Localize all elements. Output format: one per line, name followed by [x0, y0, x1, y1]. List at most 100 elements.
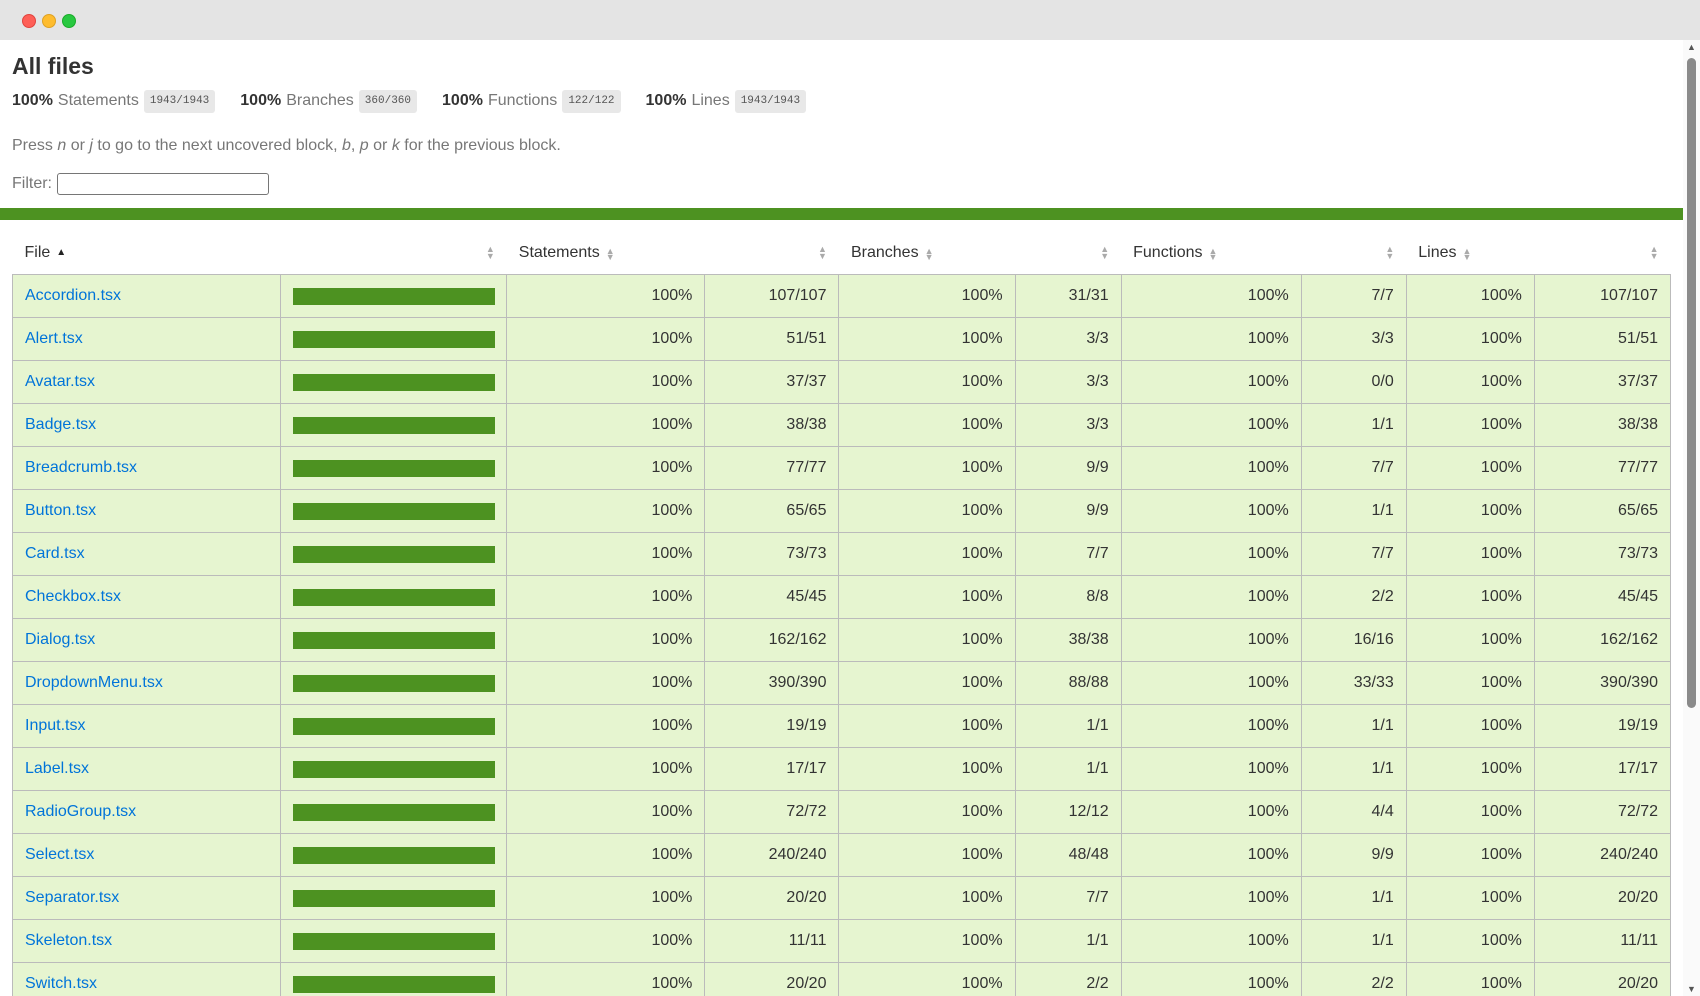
- file-link[interactable]: Dialog.tsx: [25, 631, 95, 648]
- branches-count: 9/9: [1014, 489, 1122, 533]
- statements-count: 20/20: [704, 876, 840, 920]
- file-cell: Accordion.tsx: [11, 274, 282, 318]
- functions-count: 9/9: [1300, 833, 1407, 877]
- functions-pct: 100%: [1120, 833, 1302, 877]
- statements-pct: 100%: [506, 360, 706, 404]
- file-link[interactable]: Switch.tsx: [25, 975, 97, 992]
- file-cell: Switch.tsx: [11, 962, 282, 996]
- header-file[interactable]: File ▲: [13, 232, 281, 275]
- lines-pct: 100%: [1405, 274, 1535, 318]
- file-link[interactable]: Breadcrumb.tsx: [25, 459, 137, 476]
- file-cell: Button.tsx: [11, 489, 282, 533]
- hint-text: to go to the next uncovered block,: [92, 137, 342, 154]
- header-lines[interactable]: Lines ▲ ▼: [1406, 232, 1534, 275]
- statements-pct: 100%: [506, 403, 706, 447]
- header-branches-raw[interactable]: ▲ ▼: [1015, 232, 1121, 275]
- coverage-bar: [293, 975, 496, 993]
- hint-key: n: [57, 137, 67, 154]
- coverage-bar: [293, 459, 496, 477]
- functions-pct: 100%: [1120, 919, 1302, 963]
- functions-pct: 100%: [1120, 274, 1302, 318]
- lines-pct: 100%: [1405, 790, 1535, 834]
- coverage-bar-fill: [293, 631, 496, 649]
- file-link[interactable]: Badge.tsx: [25, 416, 96, 433]
- functions-pct: 100%: [1120, 532, 1302, 576]
- scroll-down-icon[interactable]: ▼: [1687, 984, 1696, 994]
- header-functions[interactable]: Functions ▲ ▼: [1121, 232, 1301, 275]
- header-statements[interactable]: Statements ▲ ▼: [507, 232, 705, 275]
- coverage-bar: [293, 803, 496, 821]
- header-lines-raw[interactable]: ▲ ▼: [1534, 232, 1670, 275]
- file-link[interactable]: Accordion.tsx: [25, 287, 121, 304]
- statements-pct: 100%: [506, 446, 706, 490]
- file-link[interactable]: Button.tsx: [25, 502, 96, 519]
- table-row: Badge.tsx 100% 38/38 100% 3/3 100% 1/1 100% 38/3…: [11, 403, 1672, 447]
- branches-pct: 100%: [838, 919, 1016, 963]
- branches-pct: 100%: [838, 489, 1016, 533]
- coverage-bar-fill: [293, 545, 496, 563]
- filter-input[interactable]: [57, 173, 269, 195]
- coverage-bar-cell: [280, 274, 508, 318]
- functions-count: 7/7: [1300, 274, 1407, 318]
- functions-pct: 100%: [1120, 962, 1302, 996]
- functions-pct: 100%: [1120, 747, 1302, 791]
- scrollbar-thumb[interactable]: [1687, 58, 1696, 708]
- branches-count: 9/9: [1014, 446, 1122, 490]
- coverage-bar-fill: [293, 760, 496, 778]
- functions-pct: 100%: [1120, 575, 1302, 619]
- file-link[interactable]: Card.tsx: [25, 545, 85, 562]
- lines-count: 37/37: [1533, 360, 1672, 404]
- branches-pct: 100%: [838, 962, 1016, 996]
- statements-count: 19/19: [704, 704, 840, 748]
- minimize-window-icon[interactable]: [42, 14, 56, 28]
- lines-count: 72/72: [1533, 790, 1672, 834]
- header-file-bar[interactable]: ▲ ▼: [281, 232, 507, 275]
- coverage-bar: [293, 932, 496, 950]
- statements-count: 240/240: [704, 833, 840, 877]
- file-cell: Breadcrumb.tsx: [11, 446, 282, 490]
- file-link[interactable]: DropdownMenu.tsx: [25, 674, 163, 691]
- file-link[interactable]: Separator.tsx: [25, 889, 119, 906]
- lines-pct: 100%: [1405, 618, 1535, 662]
- file-link[interactable]: Label.tsx: [25, 760, 89, 777]
- coverage-bar-fill: [293, 459, 496, 477]
- table-row: Avatar.tsx 100% 37/37 100% 3/3 100% 0/0 100% 37/…: [11, 360, 1672, 404]
- maximize-window-icon[interactable]: [62, 14, 76, 28]
- coverage-bar-cell: [280, 317, 508, 361]
- coverage-bar: [293, 760, 496, 778]
- file-link[interactable]: RadioGroup.tsx: [25, 803, 136, 820]
- file-link[interactable]: Skeleton.tsx: [25, 932, 112, 949]
- lines-count: 45/45: [1533, 575, 1672, 619]
- file-link[interactable]: Avatar.tsx: [25, 373, 95, 390]
- branches-pct: 100%: [838, 661, 1016, 705]
- coverage-bar-fill: [293, 717, 496, 735]
- header-functions-raw[interactable]: ▲ ▼: [1301, 232, 1406, 275]
- statements-pct: 100%: [506, 876, 706, 920]
- scroll-up-icon[interactable]: ▲: [1687, 42, 1696, 52]
- coverage-table: File ▲ ▲ ▼ Statements ▲ ▼ ▲ ▼ Branches ▲ ▼: [11, 232, 1672, 996]
- file-link[interactable]: Checkbox.tsx: [25, 588, 121, 605]
- filter-row: Filter:: [12, 172, 1671, 196]
- functions-pct: 100%: [1120, 403, 1302, 447]
- branches-count: 48/48: [1014, 833, 1122, 877]
- header-branches[interactable]: Branches ▲ ▼: [839, 232, 1015, 275]
- table-row: Switch.tsx 100% 20/20 100% 2/2 100% 2/2 100% 20/…: [11, 962, 1672, 996]
- coverage-bar: [293, 502, 496, 520]
- header-statements-raw[interactable]: ▲ ▼: [705, 232, 839, 275]
- vertical-scrollbar[interactable]: ▲ ▼: [1683, 40, 1700, 996]
- file-cell: Card.tsx: [11, 532, 282, 576]
- file-link[interactable]: Alert.tsx: [25, 330, 83, 347]
- file-cell: DropdownMenu.tsx: [11, 661, 282, 705]
- statements-pct: 100%: [506, 962, 706, 996]
- statements-pct: 100%: [506, 532, 706, 576]
- functions-count: 1/1: [1300, 919, 1407, 963]
- table-row: Button.tsx 100% 65/65 100% 9/9 100% 1/1 100% 65/…: [11, 489, 1672, 533]
- coverage-bar-cell: [280, 704, 508, 748]
- file-link[interactable]: Input.tsx: [25, 717, 85, 734]
- file-link[interactable]: Select.tsx: [25, 846, 94, 863]
- lines-pct: 100%: [1405, 360, 1535, 404]
- branches-count: 3/3: [1014, 403, 1122, 447]
- summary-percent: 100%: [240, 92, 282, 109]
- close-window-icon[interactable]: [22, 14, 36, 28]
- branches-pct: 100%: [838, 790, 1016, 834]
